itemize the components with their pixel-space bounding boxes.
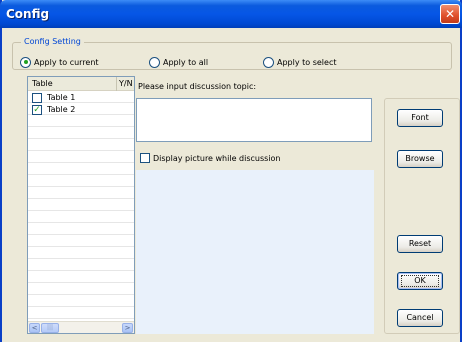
window-title: Config (6, 7, 50, 21)
radio-checked-icon (20, 56, 31, 68)
table-row[interactable]: Table 1 (28, 92, 134, 103)
table-row-empty (28, 272, 134, 283)
table-row-empty (28, 224, 134, 235)
radio-label: Apply to current (34, 57, 99, 67)
display-picture-checkbox[interactable]: Display picture while discussion (140, 153, 281, 163)
cancel-button[interactable]: Cancel (397, 309, 443, 327)
radio-unchecked-icon (263, 56, 274, 68)
column-divider[interactable] (116, 77, 117, 91)
column-header-yn[interactable]: Y/N (119, 79, 133, 88)
table-row-empty (28, 176, 134, 187)
table-row-empty (28, 152, 134, 163)
radio-label: Apply to select (277, 57, 337, 67)
table-row-empty (28, 296, 134, 307)
table-row-empty (28, 284, 134, 295)
font-button[interactable]: Font (397, 109, 443, 127)
radio-apply-to-all[interactable]: Apply to all (149, 56, 208, 68)
table-row-empty (28, 164, 134, 175)
ok-focus-rect (401, 275, 439, 287)
table-row-empty (28, 248, 134, 259)
config-window: Config ✕ Config Setting Apply to current… (0, 0, 462, 342)
row-label: Table 1 (47, 93, 76, 102)
scroll-thumb[interactable]: ||| (41, 323, 59, 333)
browse-button[interactable]: Browse (397, 150, 443, 168)
topic-prompt-label: Please input discussion topic: (138, 82, 257, 91)
scroll-left-icon[interactable]: < (29, 323, 40, 333)
table-list-header: Table Y/N (28, 77, 134, 91)
table-row-empty (28, 308, 134, 319)
config-setting-legend: Config Setting (21, 37, 84, 46)
table-row-empty (28, 128, 134, 139)
table-row-empty (28, 116, 134, 127)
radio-unchecked-icon (149, 56, 160, 68)
table-list[interactable]: Table Y/N Table 1 ✓ Table 2 < ||| > (27, 76, 135, 334)
table-row-empty (28, 140, 134, 151)
table-row-empty (28, 212, 134, 223)
title-bar[interactable]: Config ✕ (0, 0, 462, 28)
close-icon: ✕ (444, 7, 456, 21)
row-label: Table 2 (47, 105, 76, 114)
table-row[interactable]: ✓ Table 2 (28, 104, 134, 115)
radio-apply-to-select[interactable]: Apply to select (263, 56, 336, 68)
display-picture-label: Display picture while discussion (153, 153, 281, 163)
scroll-right-icon[interactable]: > (122, 323, 133, 333)
checkbox-unchecked-icon[interactable] (140, 153, 150, 163)
radio-apply-to-current[interactable]: Apply to current (20, 56, 99, 68)
radio-label: Apply to all (163, 57, 209, 67)
reset-button[interactable]: Reset (397, 235, 443, 253)
picture-preview-area (136, 170, 374, 334)
table-row-empty (28, 236, 134, 247)
table-row-empty (28, 188, 134, 199)
table-row-empty (28, 260, 134, 271)
row-checkbox[interactable] (32, 93, 42, 103)
horizontal-scrollbar[interactable]: < ||| > (28, 321, 134, 333)
row-checkbox[interactable]: ✓ (32, 105, 42, 115)
discussion-topic-input[interactable] (136, 98, 372, 142)
close-button[interactable]: ✕ (440, 4, 460, 24)
column-header-table[interactable]: Table (32, 79, 53, 88)
button-panel (384, 98, 460, 334)
table-row-empty (28, 200, 134, 211)
